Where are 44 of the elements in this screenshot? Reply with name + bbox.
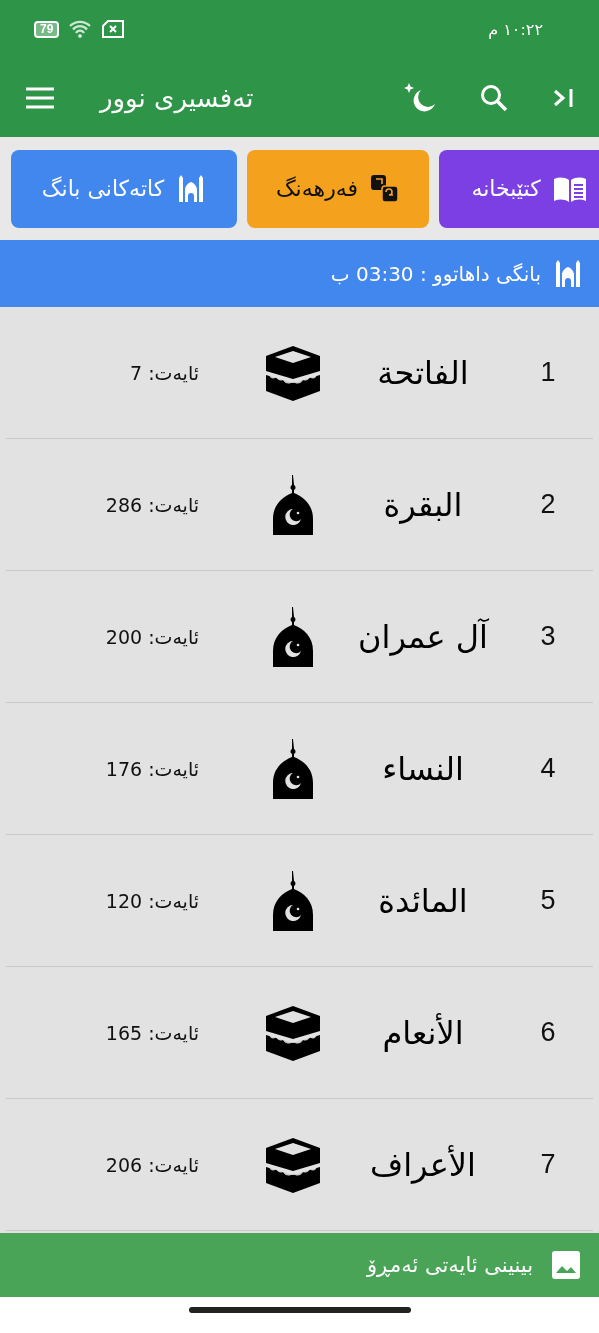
surah-name: الفاتحة xyxy=(376,353,470,392)
shortcut-button[interactable]: فەرهەنگ xyxy=(247,149,429,228)
shortcut-button[interactable]: کاتەکانی بانگ xyxy=(11,149,237,228)
surah-number: 3 xyxy=(539,621,557,652)
ayah-count: ئایەت: 7 xyxy=(129,361,200,384)
surah-name: البقرة xyxy=(382,485,464,524)
shortcut-button[interactable]: كتێبخانه xyxy=(439,149,599,228)
ayah-count: ئایەت: 165 xyxy=(104,1021,200,1044)
ayah-count: ئایەت: 176 xyxy=(104,757,200,780)
no-sim-icon xyxy=(101,20,126,38)
menu-button[interactable] xyxy=(24,85,56,110)
surah-number: 2 xyxy=(539,489,557,520)
surah-number: 6 xyxy=(539,1017,557,1048)
surah-number: 5 xyxy=(539,885,557,916)
surah-name: الأنعام xyxy=(381,1013,465,1052)
mosque-dome-icon xyxy=(271,474,315,535)
surah-name: المائدة xyxy=(377,881,469,920)
surah-number: 1 xyxy=(539,357,557,388)
search-button[interactable] xyxy=(479,82,509,113)
image-icon xyxy=(551,1250,581,1280)
mosque-icon xyxy=(553,258,583,289)
battery-level: 79 xyxy=(34,20,60,38)
mosque-dome-icon xyxy=(271,606,315,667)
kaaba-icon xyxy=(264,1135,322,1194)
app-title: تەفسیری نوور xyxy=(100,82,255,113)
mosque-dome-icon xyxy=(271,870,315,931)
ayah-count: ئایەت: 200 xyxy=(104,625,200,648)
surah-name: آل عمران xyxy=(357,617,490,656)
ayah-count: ئایەت: 286 xyxy=(104,493,200,516)
night-mode-button[interactable] xyxy=(403,81,437,114)
kaaba-icon xyxy=(264,343,322,402)
surah-number: 7 xyxy=(539,1149,557,1180)
surah-number: 4 xyxy=(539,753,557,784)
next-prayer-time: بانگی داهاتوو : 03:30 ب xyxy=(330,261,541,286)
kaaba-icon xyxy=(264,1003,322,1062)
mosque-dome-icon xyxy=(271,738,315,799)
surah-name: النساء xyxy=(381,749,465,788)
wifi-icon xyxy=(69,20,92,38)
dictionary-icon xyxy=(370,173,401,204)
surah-name: الأعراف xyxy=(369,1145,477,1184)
ayah-count: ئایەت: 206 xyxy=(104,1153,200,1176)
ayah-count: ئایەت: 120 xyxy=(104,889,200,912)
clock-time: ١٠:٢٢ م xyxy=(488,19,543,39)
open-book-icon xyxy=(552,175,587,202)
